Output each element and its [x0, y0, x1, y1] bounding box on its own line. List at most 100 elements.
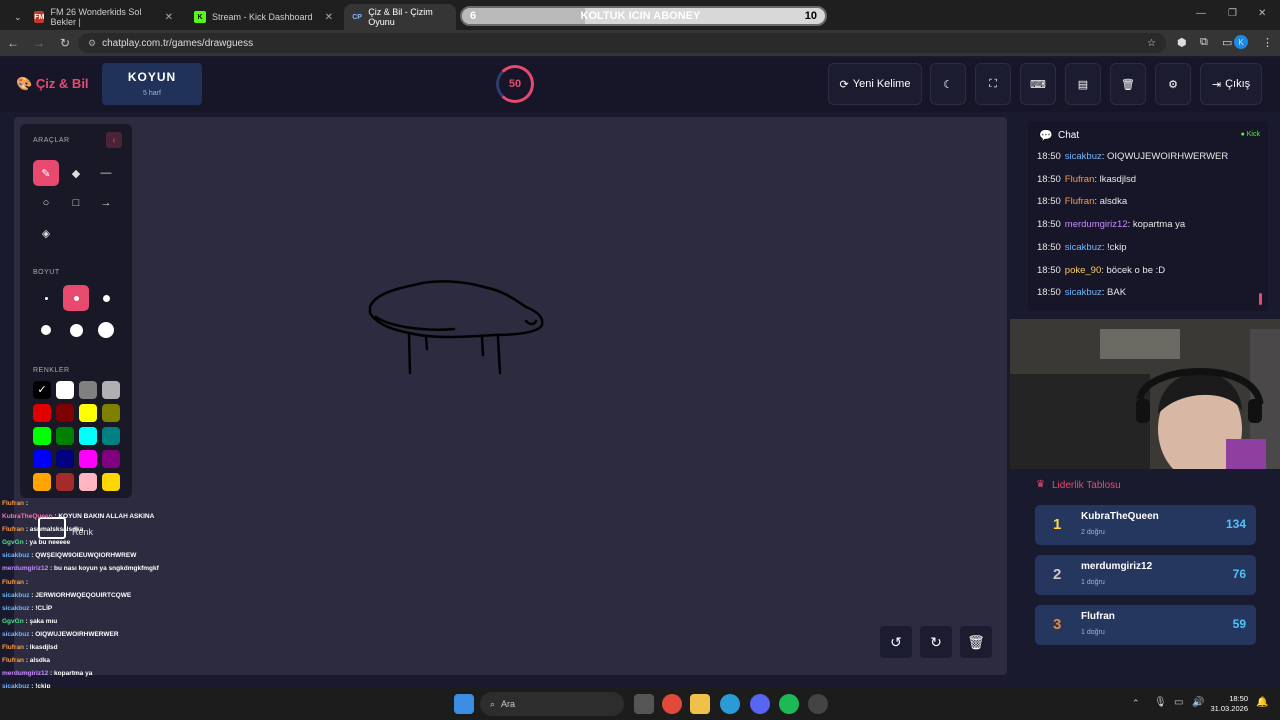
site-info-icon[interactable]: ⚙	[88, 38, 96, 49]
color-swatch[interactable]	[56, 450, 74, 468]
chat-username[interactable]: sicakbuz	[1065, 151, 1102, 162]
close-icon[interactable]: ✕	[325, 12, 333, 23]
tab-kick-dashboard[interactable]: K Stream - Kick Dashboard ✕	[186, 4, 341, 30]
color-swatch[interactable]	[33, 473, 51, 491]
color-swatch[interactable]	[79, 473, 97, 491]
forward-icon[interactable]: →	[26, 36, 52, 50]
notification-bell-icon[interactable]: 🔔	[1256, 697, 1268, 708]
chat-scrollbar[interactable]	[1259, 293, 1262, 305]
edge-icon[interactable]	[720, 694, 740, 714]
chat-username[interactable]: poke_90	[1065, 265, 1101, 276]
tray-chevron-icon[interactable]: ⌃	[1132, 698, 1140, 709]
obs-icon[interactable]	[808, 694, 828, 714]
redo-button[interactable]: ↻	[920, 626, 952, 658]
restore-icon[interactable]: ❐	[1228, 8, 1237, 19]
clear-canvas-button[interactable]: 🗑	[960, 626, 992, 658]
chat-username[interactable]: Flufran	[1065, 196, 1095, 207]
color-swatch[interactable]	[102, 404, 120, 422]
circle-tool-button[interactable]: ○	[33, 190, 59, 216]
size-xl-button[interactable]	[63, 317, 89, 343]
task-view-icon[interactable]	[634, 694, 654, 714]
tab-list-button[interactable]: ⌄	[6, 4, 22, 30]
color-swatch[interactable]: ✓	[33, 381, 51, 399]
exit-button[interactable]: ⇥ Çıkış	[1200, 63, 1262, 105]
split-view-icon[interactable]: ▭	[1222, 36, 1232, 49]
theme-toggle-button[interactable]: ☾	[930, 63, 966, 105]
network-icon[interactable]: ▭	[1174, 697, 1183, 708]
size-s-button[interactable]	[63, 285, 89, 311]
color-swatch[interactable]	[79, 450, 97, 468]
color-swatch[interactable]	[33, 427, 51, 445]
crown-icon: ♛	[1036, 479, 1045, 490]
chat-username[interactable]: sicakbuz	[1065, 287, 1102, 298]
chat-message: 18:50 merdumgiriz12: kopartma ya	[1037, 219, 1185, 230]
brand[interactable]: 🎨 Çiz & Bil	[16, 76, 89, 92]
tools-heading: ARAÇLAR	[33, 137, 70, 144]
url-field[interactable]: ⚙ chatplay.com.tr/games/drawguess ☆	[78, 33, 1166, 53]
fill-tool-button[interactable]: ◈	[33, 220, 59, 246]
chat-username[interactable]: Flufran	[1065, 174, 1095, 185]
size-l-button[interactable]	[33, 317, 59, 343]
archive-button[interactable]: ▤	[1065, 63, 1101, 105]
file-explorer-icon[interactable]	[690, 694, 710, 714]
chat-text: : alsdka	[1094, 196, 1128, 208]
taskbar-search[interactable]: ⌕ Ara	[480, 692, 624, 716]
chat-username: KubraTheQueen	[2, 513, 53, 521]
discord-icon[interactable]	[750, 694, 770, 714]
color-swatch[interactable]	[102, 381, 120, 399]
minimize-icon[interactable]: —	[1196, 8, 1206, 19]
webcam-image	[1010, 319, 1280, 469]
system-clock[interactable]: 18:50 31.03.2026	[1210, 694, 1248, 714]
size-m-button[interactable]	[93, 285, 119, 311]
color-swatch[interactable]	[56, 381, 74, 399]
close-window-icon[interactable]: ✕	[1258, 8, 1266, 19]
keyboard-button[interactable]: ⌨	[1020, 63, 1056, 105]
profile-avatar[interactable]: K	[1234, 35, 1248, 49]
delete-button[interactable]: 🗑	[1110, 63, 1146, 105]
reload-icon[interactable]: ↻	[52, 36, 78, 50]
volume-icon[interactable]: 🔊	[1192, 697, 1204, 708]
brush-tool-button[interactable]: ✎	[33, 160, 59, 186]
undo-button[interactable]: ↺	[880, 626, 912, 658]
color-swatch[interactable]	[56, 473, 74, 491]
tab-fm26[interactable]: FM FM 26 Wonderkids Sol Bekler | ✕	[26, 4, 181, 30]
color-swatch[interactable]	[33, 450, 51, 468]
arrow-tool-button[interactable]: →	[93, 190, 119, 216]
tab-ciz-bil[interactable]: CP Çiz & Bil - Çizim Oyunu	[344, 4, 456, 30]
rectangle-tool-button[interactable]: □	[63, 190, 89, 216]
bookmark-star-icon[interactable]: ☆	[1147, 38, 1156, 49]
chat-message: 18:50 sicakbuz: OIQWUJEWOIRHWERWER	[1037, 151, 1228, 162]
extension-icon[interactable]: ⬢	[1177, 36, 1187, 49]
eraser-tool-button[interactable]: ◆	[63, 160, 89, 186]
windows-start-icon[interactable]	[454, 694, 474, 714]
size-xs-button[interactable]	[33, 285, 59, 311]
color-swatch[interactable]	[79, 404, 97, 422]
spotify-icon[interactable]	[779, 694, 799, 714]
color-swatch[interactable]	[102, 427, 120, 445]
color-swatch[interactable]	[102, 473, 120, 491]
leaderboard-correct-count: 2 doğru	[1081, 529, 1105, 536]
extensions-puzzle-icon[interactable]: ⧉	[1200, 36, 1208, 49]
microphone-icon[interactable]: 🎙	[1154, 697, 1167, 708]
color-swatch[interactable]	[79, 381, 97, 399]
color-swatch[interactable]	[33, 404, 51, 422]
close-icon[interactable]: ✕	[165, 12, 173, 23]
back-icon[interactable]: ←	[0, 36, 26, 50]
color-swatch[interactable]	[56, 404, 74, 422]
settings-button[interactable]: ⚙	[1155, 63, 1191, 105]
chat-text: : !ckip	[1101, 241, 1127, 253]
color-swatch[interactable]	[79, 427, 97, 445]
color-swatch[interactable]	[56, 427, 74, 445]
line-tool-button[interactable]: —	[93, 160, 119, 186]
menu-icon[interactable]: ⋮	[1262, 36, 1273, 49]
collapse-panel-button[interactable]: ‹	[106, 132, 122, 148]
chrome-icon[interactable]	[662, 694, 682, 714]
fullscreen-button[interactable]: ⛶	[975, 63, 1011, 105]
size-xxl-button[interactable]	[93, 317, 119, 343]
browser-tab-bar: ⌄ FM FM 26 Wonderkids Sol Bekler | ✕ K S…	[0, 0, 1280, 30]
chat-username[interactable]: merdumgiriz12	[1065, 219, 1128, 230]
chat-username[interactable]: sicakbuz	[1065, 242, 1102, 253]
new-word-button[interactable]: ⟳ Yeni Kelime	[828, 63, 922, 105]
color-swatch[interactable]	[102, 450, 120, 468]
chat-text: : QWŞEIQW9OIEUWQIORHWREW	[29, 552, 137, 560]
